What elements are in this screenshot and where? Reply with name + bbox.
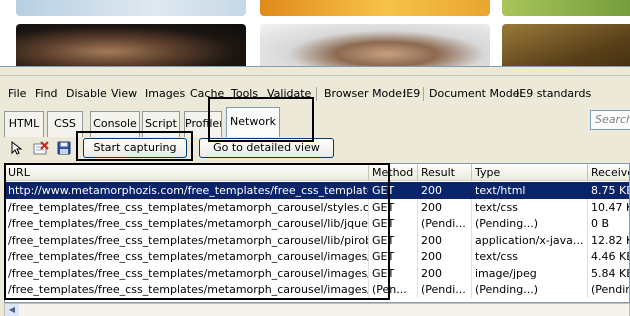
received-cell: 8.75 KB bbox=[588, 182, 629, 199]
browser-mode-value[interactable]: IE9 bbox=[403, 85, 420, 103]
menu-find[interactable]: Find bbox=[35, 85, 58, 103]
type-cell: image/jpeg bbox=[472, 264, 588, 282]
menu-separator bbox=[316, 87, 317, 101]
url-cell: /free_templates/free_css_templates/metam… bbox=[5, 248, 369, 265]
webpage-content bbox=[0, 0, 630, 66]
result-cell: 200 bbox=[418, 198, 472, 216]
tab-script[interactable]: Script bbox=[142, 111, 180, 137]
tab-html[interactable]: HTML bbox=[4, 111, 44, 137]
type-cell: (Pending...) bbox=[472, 215, 588, 232]
menu-validate[interactable]: Validate bbox=[267, 85, 311, 103]
thumbnail-image[interactable] bbox=[260, 0, 490, 16]
thumbnail-image[interactable] bbox=[502, 0, 630, 16]
method-cell: GET bbox=[369, 264, 418, 282]
clear-icon[interactable] bbox=[32, 139, 50, 157]
url-cell: /free_templates/free_css_templates/metam… bbox=[5, 264, 369, 282]
result-cell: (Pendi... bbox=[418, 281, 472, 298]
method-cell: GET bbox=[369, 248, 418, 265]
received-cell: 10.47 KB bbox=[588, 199, 629, 216]
column-type[interactable]: Type bbox=[472, 164, 588, 181]
network-request-grid: URL Method Result Type Received http://w… bbox=[4, 163, 630, 303]
column-method[interactable]: Method bbox=[369, 164, 418, 181]
menu-disable[interactable]: Disable bbox=[66, 85, 107, 103]
scroll-left-arrow-icon[interactable]: ◀ bbox=[5, 304, 19, 316]
table-row[interactable]: /free_templates/free_css_templates/metam… bbox=[5, 248, 629, 265]
table-row[interactable]: /free_templates/free_css_templates/metam… bbox=[5, 281, 629, 298]
received-cell: 5.84 KB bbox=[588, 265, 629, 282]
type-cell: (Pending...) bbox=[472, 281, 588, 298]
horizontal-scrollbar[interactable]: ◀ bbox=[4, 303, 630, 316]
tab-strip: HTML CSS Console Script Profiler Network bbox=[4, 107, 504, 137]
search-input[interactable]: Search bbox=[590, 110, 630, 130]
result-cell: (Pendi... bbox=[418, 215, 472, 232]
tab-console[interactable]: Console bbox=[90, 111, 140, 137]
method-cell: GET bbox=[369, 198, 418, 216]
document-mode-label: Document Mode: bbox=[429, 87, 524, 100]
grid-header: URL Method Result Type Received bbox=[5, 164, 629, 181]
method-cell: GET bbox=[369, 231, 418, 249]
result-cell: 200 bbox=[418, 264, 472, 282]
tab-css[interactable]: CSS bbox=[47, 111, 83, 137]
url-cell: /free_templates/free_css_templates/metam… bbox=[5, 215, 369, 232]
start-capturing-button[interactable]: Start capturing bbox=[83, 138, 187, 158]
menu-bar: File Find Disable View Images Cache Tool… bbox=[0, 85, 630, 103]
pane-splitter[interactable] bbox=[0, 67, 630, 76]
table-row[interactable]: /free_templates/free_css_templates/metam… bbox=[5, 198, 629, 216]
developer-tools-pane: File Find Disable View Images Cache Tool… bbox=[0, 66, 630, 316]
thumbnail-image[interactable] bbox=[16, 0, 246, 16]
tab-profiler[interactable]: Profiler bbox=[184, 111, 222, 137]
received-cell: (Pendin... bbox=[588, 281, 629, 298]
table-row[interactable]: /free_templates/free_css_templates/metam… bbox=[5, 231, 629, 249]
go-to-detailed-view-button[interactable]: Go to detailed view bbox=[199, 138, 334, 158]
received-cell: 0 B bbox=[588, 215, 629, 232]
save-icon[interactable] bbox=[55, 139, 73, 157]
column-received[interactable]: Received bbox=[588, 164, 629, 181]
tab-network[interactable]: Network bbox=[226, 107, 280, 137]
type-cell: text/css bbox=[472, 248, 588, 265]
menu-cache[interactable]: Cache bbox=[190, 85, 224, 103]
result-cell: 200 bbox=[418, 231, 472, 249]
table-row[interactable]: /free_templates/free_css_templates/metam… bbox=[5, 215, 629, 232]
table-row[interactable]: http://www.metamorphozis.com/free_templa… bbox=[5, 182, 629, 199]
column-url[interactable]: URL bbox=[5, 164, 369, 181]
browser-mode-label: Browser Mode: bbox=[324, 87, 406, 100]
menu-view[interactable]: View bbox=[111, 85, 137, 103]
select-arrow-icon[interactable] bbox=[8, 139, 26, 157]
type-cell: text/css bbox=[472, 198, 588, 216]
thumbnail-image[interactable] bbox=[16, 24, 246, 66]
network-toolbar: Start capturing Go to detailed view bbox=[0, 138, 630, 158]
result-cell: 200 bbox=[418, 248, 472, 265]
thumbnail-image[interactable] bbox=[502, 24, 630, 66]
url-cell: /free_templates/free_css_templates/metam… bbox=[5, 281, 369, 298]
table-row[interactable]: /free_templates/free_css_templates/metam… bbox=[5, 264, 629, 282]
method-cell: (Pen... bbox=[369, 281, 418, 298]
thumbnail-image[interactable] bbox=[260, 24, 490, 66]
menu-tools[interactable]: Tools bbox=[231, 85, 258, 103]
menu-file[interactable]: File bbox=[8, 85, 26, 103]
result-cell: 200 bbox=[418, 182, 472, 199]
url-cell: http://www.metamorphozis.com/free_templa… bbox=[5, 182, 369, 199]
received-cell: 4.46 KB bbox=[588, 248, 629, 265]
menu-images[interactable]: Images bbox=[145, 85, 185, 103]
type-cell: application/x-java... bbox=[472, 231, 588, 249]
url-cell: /free_templates/free_css_templates/metam… bbox=[5, 231, 369, 249]
column-result[interactable]: Result bbox=[418, 164, 472, 181]
url-cell: /free_templates/free_css_templates/metam… bbox=[5, 198, 369, 216]
type-cell: text/html bbox=[472, 182, 588, 199]
method-cell: GET bbox=[369, 215, 418, 232]
method-cell: GET bbox=[369, 182, 418, 199]
received-cell: 12.82 KB bbox=[588, 232, 629, 249]
document-mode-value[interactable]: IE9 standards bbox=[516, 85, 591, 103]
menu-separator bbox=[423, 87, 424, 101]
